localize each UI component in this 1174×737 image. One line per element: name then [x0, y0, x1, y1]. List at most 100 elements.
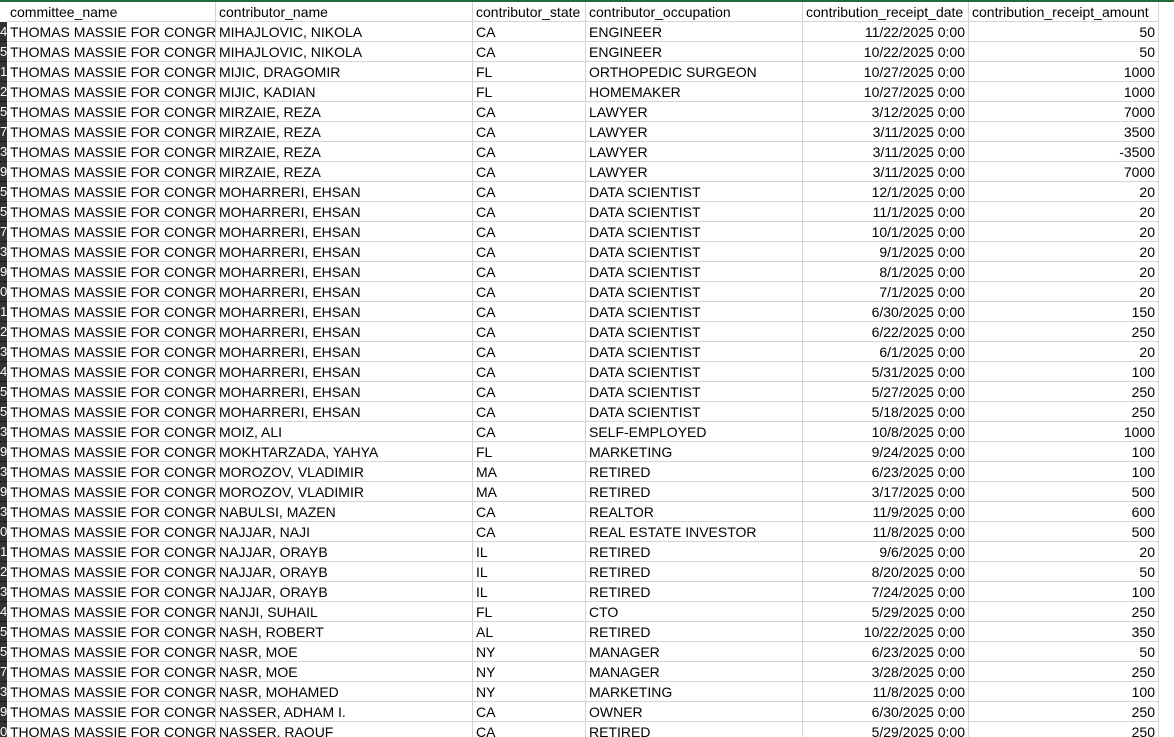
cell-contributor-name[interactable]: MOHARRERI, EHSAN: [216, 342, 473, 362]
row-number[interactable]: 0: [0, 722, 7, 737]
cell-contributor-occupation[interactable]: LAWYER: [586, 102, 803, 122]
cell-contribution-receipt-date[interactable]: 5/31/2025 0:00: [803, 362, 969, 382]
cell-contributor-name[interactable]: NAJJAR, ORAYB: [216, 562, 473, 582]
header-contributor-name[interactable]: contributor_name: [216, 2, 473, 22]
cell-contribution-receipt-amount[interactable]: 20: [969, 342, 1159, 362]
cell-contribution-receipt-amount[interactable]: 1000: [969, 82, 1159, 102]
cell-committee-name[interactable]: THOMAS MASSIE FOR CONGRESS: [7, 582, 216, 602]
cell-contribution-receipt-date[interactable]: 8/1/2025 0:00: [803, 262, 969, 282]
cell-contribution-receipt-date[interactable]: 10/22/2025 0:00: [803, 622, 969, 642]
cell-contributor-name[interactable]: NABULSI, MAZEN: [216, 502, 473, 522]
cell-contributor-state[interactable]: IL: [473, 542, 586, 562]
cell-contribution-receipt-date[interactable]: 6/22/2025 0:00: [803, 322, 969, 342]
cell-contributor-state[interactable]: CA: [473, 362, 586, 382]
cell-contributor-name[interactable]: MIRZAIE, REZA: [216, 122, 473, 142]
cell-committee-name[interactable]: THOMAS MASSIE FOR CONGRESS: [7, 362, 216, 382]
cell-contributor-state[interactable]: CA: [473, 242, 586, 262]
cell-contributor-name[interactable]: NASH, ROBERT: [216, 622, 473, 642]
cell-contributor-occupation[interactable]: DATA SCIENTIST: [586, 342, 803, 362]
cell-contribution-receipt-date[interactable]: 11/9/2025 0:00: [803, 502, 969, 522]
cell-contribution-receipt-amount[interactable]: 3500: [969, 122, 1159, 142]
cell-contributor-occupation[interactable]: ORTHOPEDIC SURGEON: [586, 62, 803, 82]
cell-contributor-occupation[interactable]: MANAGER: [586, 662, 803, 682]
cell-contributor-occupation[interactable]: DATA SCIENTIST: [586, 282, 803, 302]
cell-contributor-name[interactable]: MOHARRERI, EHSAN: [216, 182, 473, 202]
cell-contributor-state[interactable]: NY: [473, 682, 586, 702]
cell-committee-name[interactable]: THOMAS MASSIE FOR CONGRESS: [7, 22, 216, 42]
cell-contribution-receipt-amount[interactable]: 20: [969, 282, 1159, 302]
cell-contribution-receipt-amount[interactable]: 20: [969, 242, 1159, 262]
cell-contributor-occupation[interactable]: MANAGER: [586, 642, 803, 662]
cell-contributor-name[interactable]: MOROZOV, VLADIMIR: [216, 482, 473, 502]
row-number[interactable]: 3: [0, 422, 7, 442]
spreadsheet[interactable]: 451257395573901234553939301234557390 com…: [0, 0, 1174, 737]
cell-contribution-receipt-amount[interactable]: 100: [969, 682, 1159, 702]
cell-contributor-name[interactable]: MIRZAIE, REZA: [216, 162, 473, 182]
cell-contribution-receipt-amount[interactable]: 250: [969, 382, 1159, 402]
cell-contribution-receipt-amount[interactable]: 20: [969, 542, 1159, 562]
cell-contributor-state[interactable]: CA: [473, 702, 586, 722]
cell-committee-name[interactable]: THOMAS MASSIE FOR CONGRESS: [7, 622, 216, 642]
cell-committee-name[interactable]: THOMAS MASSIE FOR CONGRESS: [7, 322, 216, 342]
cell-committee-name[interactable]: THOMAS MASSIE FOR CONGRESS: [7, 642, 216, 662]
row-number[interactable]: 9: [0, 482, 7, 502]
cell-contributor-state[interactable]: CA: [473, 402, 586, 422]
cell-contributor-state[interactable]: CA: [473, 422, 586, 442]
cell-contribution-receipt-amount[interactable]: 7000: [969, 102, 1159, 122]
cell-contributor-occupation[interactable]: DATA SCIENTIST: [586, 202, 803, 222]
cell-contribution-receipt-date[interactable]: 10/1/2025 0:00: [803, 222, 969, 242]
cell-contribution-receipt-date[interactable]: 7/1/2025 0:00: [803, 282, 969, 302]
cell-contribution-receipt-amount[interactable]: 250: [969, 322, 1159, 342]
cell-contributor-name[interactable]: MIJIC, KADIAN: [216, 82, 473, 102]
cell-contributor-name[interactable]: MIHAJLOVIC, NIKOLA: [216, 42, 473, 62]
cell-contribution-receipt-date[interactable]: 6/30/2025 0:00: [803, 302, 969, 322]
cell-contribution-receipt-amount[interactable]: 1000: [969, 62, 1159, 82]
cell-contributor-occupation[interactable]: DATA SCIENTIST: [586, 382, 803, 402]
cell-contribution-receipt-date[interactable]: 6/23/2025 0:00: [803, 462, 969, 482]
row-number[interactable]: 0: [0, 282, 7, 302]
cell-committee-name[interactable]: THOMAS MASSIE FOR CONGRESS: [7, 402, 216, 422]
cell-committee-name[interactable]: THOMAS MASSIE FOR CONGRESS: [7, 122, 216, 142]
cell-committee-name[interactable]: THOMAS MASSIE FOR CONGRESS: [7, 162, 216, 182]
row-number[interactable]: 9: [0, 262, 7, 282]
row-number[interactable]: 5: [0, 382, 7, 402]
header-contributor-occupation[interactable]: contributor_occupation: [586, 2, 803, 22]
cell-contributor-occupation[interactable]: ENGINEER: [586, 42, 803, 62]
cell-committee-name[interactable]: THOMAS MASSIE FOR CONGRESS: [7, 422, 216, 442]
cell-contribution-receipt-date[interactable]: 8/20/2025 0:00: [803, 562, 969, 582]
cell-contributor-state[interactable]: MA: [473, 482, 586, 502]
cell-contributor-name[interactable]: MOHARRERI, EHSAN: [216, 362, 473, 382]
cell-contribution-receipt-date[interactable]: 3/11/2025 0:00: [803, 142, 969, 162]
cell-contribution-receipt-amount[interactable]: 20: [969, 262, 1159, 282]
row-number[interactable]: 3: [0, 502, 7, 522]
cell-contribution-receipt-amount[interactable]: 50: [969, 42, 1159, 62]
cell-contribution-receipt-date[interactable]: 9/6/2025 0:00: [803, 542, 969, 562]
cell-contributor-state[interactable]: CA: [473, 42, 586, 62]
cell-contributor-name[interactable]: NAJJAR, ORAYB: [216, 542, 473, 562]
cell-contribution-receipt-amount[interactable]: 250: [969, 662, 1159, 682]
row-number[interactable]: 1: [0, 62, 7, 82]
cell-contribution-receipt-amount[interactable]: 7000: [969, 162, 1159, 182]
cell-committee-name[interactable]: THOMAS MASSIE FOR CONGRESS: [7, 702, 216, 722]
cell-contribution-receipt-amount[interactable]: 50: [969, 562, 1159, 582]
cell-contributor-name[interactable]: MOKHTARZADA, YAHYA: [216, 442, 473, 462]
row-number[interactable]: 5: [0, 102, 7, 122]
row-number[interactable]: 3: [0, 462, 7, 482]
cell-contributor-occupation[interactable]: LAWYER: [586, 162, 803, 182]
cell-committee-name[interactable]: THOMAS MASSIE FOR CONGRESS: [7, 242, 216, 262]
cell-committee-name[interactable]: THOMAS MASSIE FOR CONGRESS: [7, 682, 216, 702]
cell-contribution-receipt-amount[interactable]: 100: [969, 462, 1159, 482]
cell-contribution-receipt-date[interactable]: 5/27/2025 0:00: [803, 382, 969, 402]
cell-contribution-receipt-amount[interactable]: -3500: [969, 142, 1159, 162]
cell-committee-name[interactable]: THOMAS MASSIE FOR CONGRESS: [7, 722, 216, 737]
cell-contribution-receipt-amount[interactable]: 50: [969, 642, 1159, 662]
cell-contributor-occupation[interactable]: DATA SCIENTIST: [586, 242, 803, 262]
cell-contribution-receipt-amount[interactable]: 250: [969, 722, 1159, 737]
cell-committee-name[interactable]: THOMAS MASSIE FOR CONGRESS: [7, 62, 216, 82]
cell-committee-name[interactable]: THOMAS MASSIE FOR CONGRESS: [7, 602, 216, 622]
cell-contributor-name[interactable]: NAJJAR, NAJI: [216, 522, 473, 542]
cell-contribution-receipt-date[interactable]: 5/18/2025 0:00: [803, 402, 969, 422]
cell-contributor-state[interactable]: CA: [473, 222, 586, 242]
cell-contribution-receipt-date[interactable]: 6/1/2025 0:00: [803, 342, 969, 362]
cell-committee-name[interactable]: THOMAS MASSIE FOR CONGRESS: [7, 142, 216, 162]
